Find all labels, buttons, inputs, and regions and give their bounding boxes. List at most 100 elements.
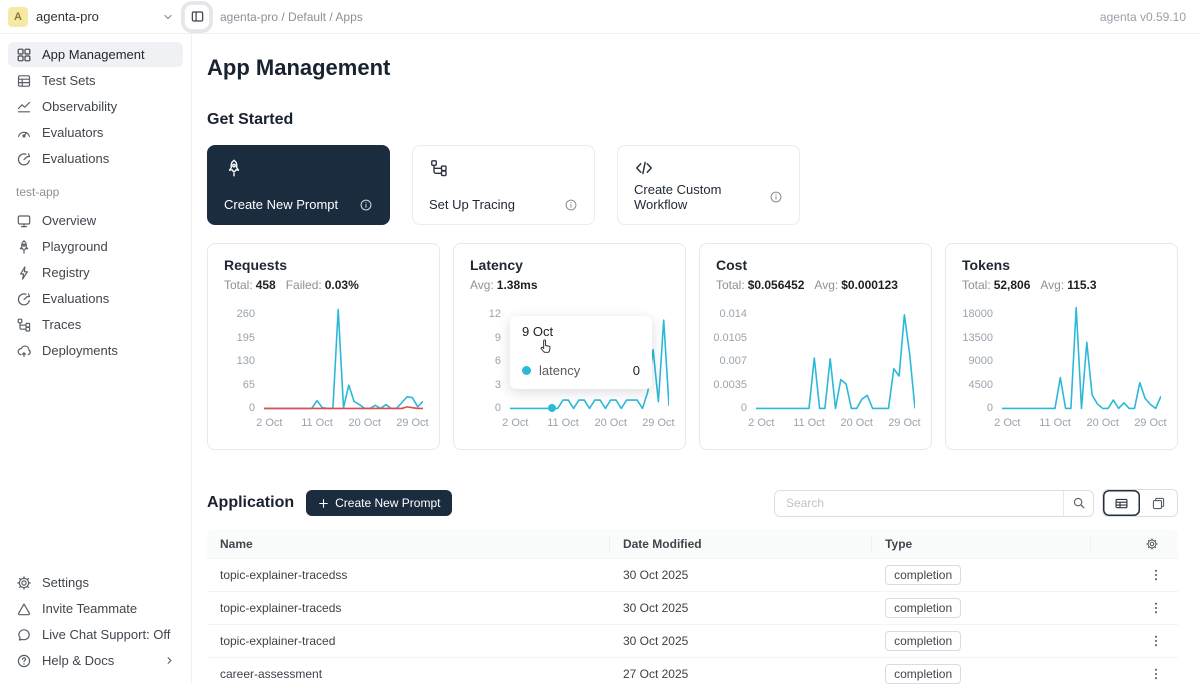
sidebar-item-evaluations[interactable]: Evaluations [8, 146, 183, 171]
sidebar-collapse-button[interactable] [184, 4, 210, 30]
sidebar-item-label: Invite Teammate [42, 601, 137, 616]
x-axis-label: 20 Oct [1086, 417, 1118, 429]
breadcrumb[interactable]: agenta-pro / Default / Apps [220, 10, 363, 24]
sidebar-item-help-docs[interactable]: Help & Docs [8, 648, 183, 673]
date-modified-cell: 30 Oct 2025 [610, 568, 872, 582]
type-badge: completion [885, 565, 961, 585]
applications-table: Name Date Modified Type topic-explainer-… [207, 529, 1178, 684]
search-icon [1072, 496, 1086, 510]
chart-plot[interactable] [264, 305, 423, 410]
info-icon[interactable] [359, 198, 373, 212]
hand-cursor-icon [538, 338, 555, 355]
table-row[interactable]: career-assessment 27 Oct 2025 completion [207, 657, 1178, 684]
x-axis-label: 2 Oct [502, 417, 528, 429]
app-name-cell: topic-explainer-traceds [207, 601, 610, 615]
card-label: Create New Prompt [224, 197, 338, 212]
create-custom-workflow-card[interactable]: Create Custom Workflow [617, 145, 800, 225]
y-axis: 260195130650 [224, 305, 264, 410]
y-axis-label: 6 [495, 356, 501, 367]
row-menu-icon[interactable] [1146, 598, 1166, 618]
branch-icon [16, 317, 32, 333]
tracing-icon [429, 158, 449, 178]
chart-title: Tokens [962, 257, 1161, 273]
sidebar-item-test-sets[interactable]: Test Sets [8, 68, 183, 93]
search-button[interactable] [1063, 491, 1093, 516]
page-title: App Management [207, 55, 1178, 81]
gauge-icon [16, 125, 32, 141]
chart-plot[interactable] [756, 305, 915, 410]
series-dot [522, 366, 531, 375]
chart-title: Requests [224, 257, 423, 273]
column-header-date-modified[interactable]: Date Modified [610, 536, 872, 552]
table-row[interactable]: topic-explainer-tracedss 30 Oct 2025 com… [207, 558, 1178, 591]
y-axis-label: 65 [243, 380, 255, 391]
application-title: Application [207, 494, 294, 512]
sidebar-item-overview[interactable]: Overview [8, 208, 183, 233]
x-axis-label: 29 Oct [396, 417, 428, 429]
cloud-icon [16, 343, 32, 359]
table-icon [16, 73, 32, 89]
sidebar-item-label: Observability [42, 99, 117, 114]
x-axis-label: 20 Oct [594, 417, 626, 429]
type-badge: completion [885, 598, 961, 618]
sidebar-item-label: App Management [42, 47, 145, 62]
workspace-selector[interactable]: A agenta-pro [8, 7, 184, 27]
row-menu-icon[interactable] [1146, 631, 1166, 651]
sidebar-item-label: Evaluations [42, 151, 109, 166]
sidebar-item-label: Test Sets [42, 73, 95, 88]
hovered-point-marker [548, 404, 556, 412]
sidebar-item-registry[interactable]: Registry [8, 260, 183, 285]
tooltip-date: 9 Oct [522, 324, 640, 339]
y-axis-label: 130 [237, 356, 255, 367]
info-icon[interactable] [564, 198, 578, 212]
code-icon [634, 158, 654, 178]
create-new-prompt-card[interactable]: Create New Prompt [207, 145, 390, 225]
sidebar-item-playground[interactable]: Playground [8, 234, 183, 259]
table-row[interactable]: topic-explainer-traceds 30 Oct 2025 comp… [207, 591, 1178, 624]
column-header-type[interactable]: Type [872, 536, 1090, 552]
dial-icon [16, 151, 32, 167]
plus-icon [318, 498, 329, 509]
sidebar-item-label: Live Chat Support: Off [42, 627, 170, 642]
sidebar-item-label: Playground [42, 239, 108, 254]
x-axis-label: 11 Oct [547, 417, 579, 429]
sidebar-item-evaluations-app[interactable]: Evaluations [8, 286, 183, 311]
chart-line-icon [16, 99, 32, 115]
y-axis-label: 9 [495, 333, 501, 344]
card-view-icon [1151, 496, 1166, 511]
column-settings-gear-icon[interactable] [1142, 534, 1162, 554]
table-row[interactable]: topic-explainer-traced 30 Oct 2025 compl… [207, 624, 1178, 657]
sidebar-item-live-chat[interactable]: Live Chat Support: Off [8, 622, 183, 647]
row-menu-icon[interactable] [1146, 565, 1166, 585]
row-menu-icon[interactable] [1146, 664, 1166, 684]
sidebar-item-deployments[interactable]: Deployments [8, 338, 183, 363]
dial-icon [16, 291, 32, 307]
sidebar-item-evaluators[interactable]: Evaluators [8, 120, 183, 145]
gear-icon [16, 575, 32, 591]
sidebar-item-traces[interactable]: Traces [8, 312, 183, 337]
sidebar-item-label: Help & Docs [42, 653, 114, 668]
sidebar-item-app-management[interactable]: App Management [8, 42, 183, 67]
search-input[interactable] [775, 491, 1063, 516]
x-axis: 2 Oct11 Oct20 Oct29 Oct [264, 417, 423, 431]
chat-icon [16, 627, 32, 643]
chart-title: Cost [716, 257, 915, 273]
y-axis-label: 195 [237, 333, 255, 344]
chart-plot[interactable] [1002, 305, 1161, 410]
table-view-button[interactable] [1103, 490, 1140, 516]
card-view-button[interactable] [1140, 490, 1177, 516]
chevron-down-icon [162, 11, 174, 23]
y-axis-label: 18000 [962, 309, 993, 320]
sidebar-item-invite-teammate[interactable]: Invite Teammate [8, 596, 183, 621]
table-view-icon [1114, 496, 1129, 511]
set-up-tracing-card[interactable]: Set Up Tracing [412, 145, 595, 225]
monitor-icon [16, 213, 32, 229]
column-header-name[interactable]: Name [207, 536, 610, 552]
x-axis-label: 2 Oct [256, 417, 282, 429]
create-new-prompt-button[interactable]: Create New Prompt [306, 490, 452, 516]
sidebar-item-settings[interactable]: Settings [8, 570, 183, 595]
sidebar: App Management Test Sets Observability E… [0, 34, 192, 684]
chevron-right-icon [164, 655, 175, 666]
sidebar-item-observability[interactable]: Observability [8, 94, 183, 119]
info-icon[interactable] [769, 190, 783, 204]
